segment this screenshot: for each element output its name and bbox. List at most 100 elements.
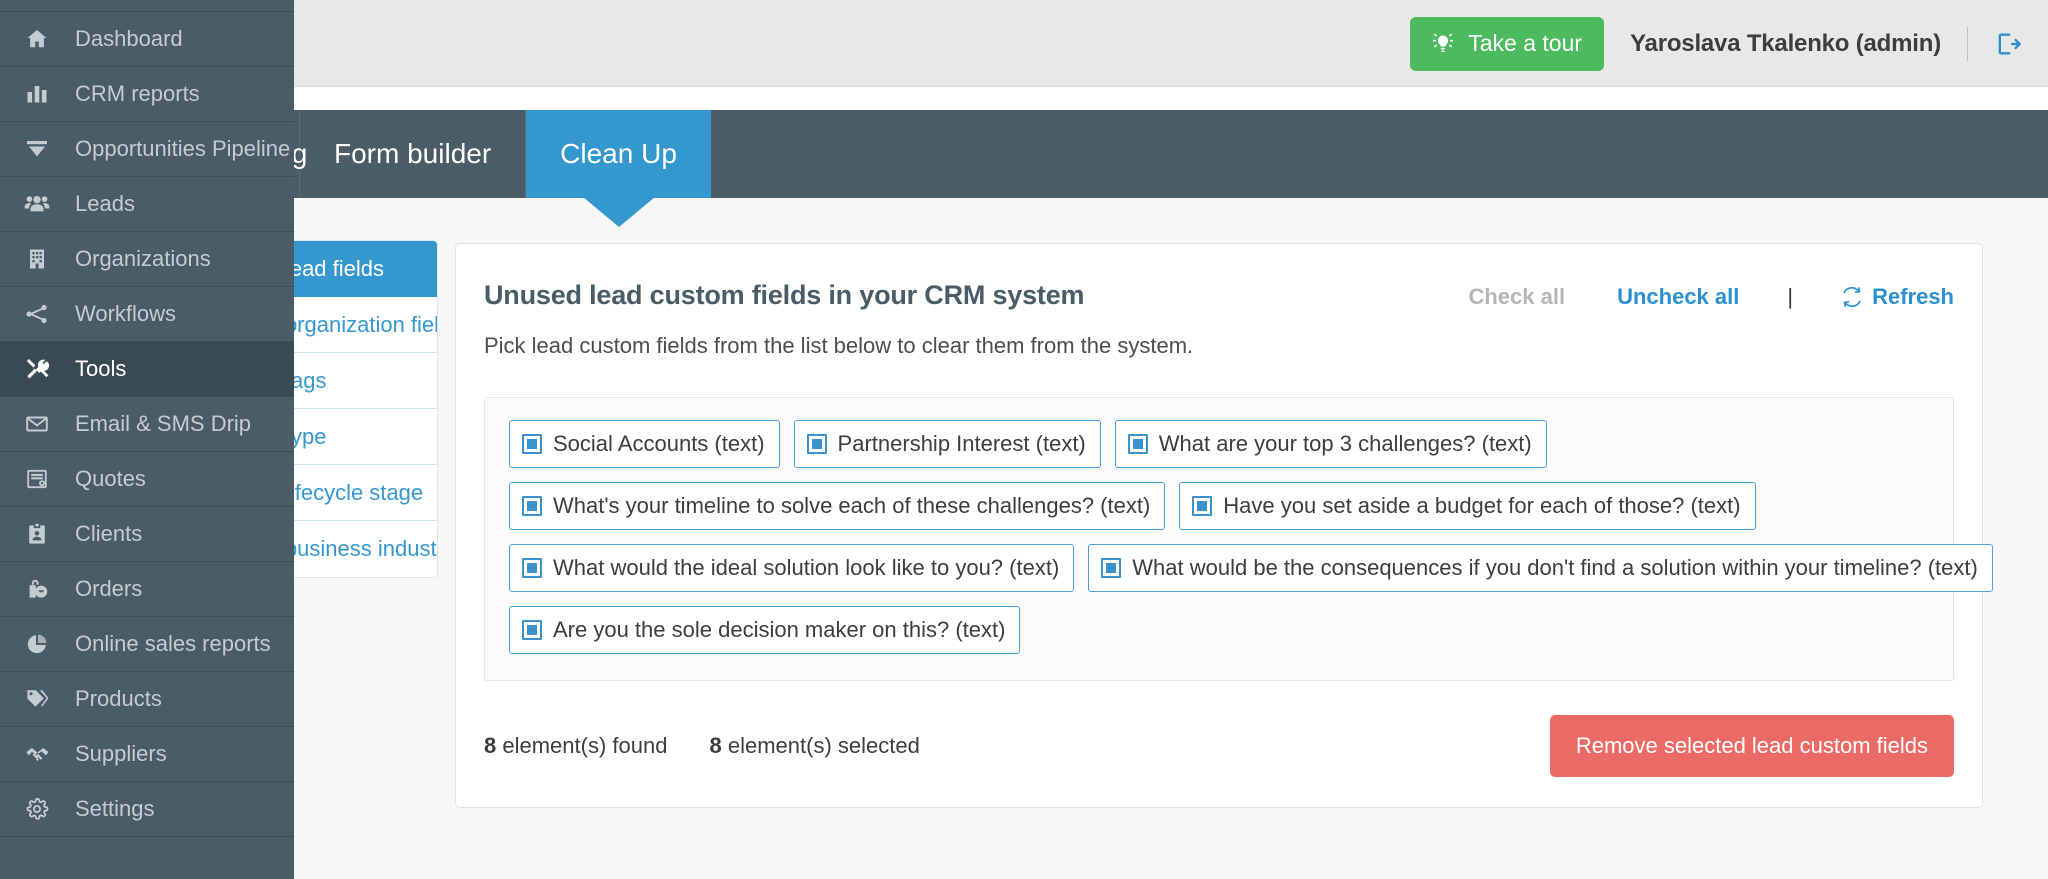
elements-selected-label: element(s) selected (727, 733, 920, 758)
sidebar-bottom-filler (0, 837, 294, 879)
field-chip-budget-set-aside[interactable]: Have you set aside a budget for each of … (1179, 482, 1756, 530)
field-chip-label: What are your top 3 challenges? (text) (1158, 431, 1532, 456)
current-user-name: Yaroslava Tkalenko (admin) (1630, 29, 1941, 57)
unused-fields-list: Social Accounts (text) Partnership Inter… (484, 397, 1993, 681)
take-a-tour-label: Take a tour (1468, 30, 1583, 56)
sidebar-item-label: Opportunities Pipeline (75, 136, 291, 161)
sidebar-item-label: Settings (75, 796, 155, 821)
wrench-icon (21, 356, 53, 382)
sidebar-item-clients[interactable]: Clients (0, 507, 294, 562)
header-right-group: Take a tour Yaroslava Tkalenko (admin) (1410, 0, 2022, 87)
building-icon (21, 246, 53, 272)
checkbox-icon[interactable] (522, 496, 542, 516)
elements-found-label: element(s) found (502, 733, 668, 758)
sidebar-item-label: Suppliers (75, 741, 167, 766)
clean-up-card: Unused lead custom fields in your CRM sy… (455, 243, 1993, 808)
envelope-icon (21, 411, 53, 437)
field-chip-label: What's your timeline to solve each of th… (553, 493, 1151, 518)
field-chip-timeline-to-solve[interactable]: What's your timeline to solve each of th… (509, 482, 1166, 530)
sidebar-item-online-sales-reports[interactable]: Online sales reports (0, 617, 294, 672)
checkbox-icon[interactable] (1101, 558, 1122, 578)
sidebar-item-quotes[interactable]: Quotes (0, 452, 294, 507)
counts-group: 8 element(s) found 8 element(s) selected (484, 733, 920, 759)
sidebar-item-label: Tools (75, 356, 127, 381)
checkbox-icon[interactable] (522, 558, 542, 578)
field-chip-label: What would be the consequences if you do… (1132, 555, 1978, 580)
sidebar-item-email-sms-drip[interactable]: Email & SMS Drip (0, 397, 294, 452)
bag-icon (21, 576, 53, 602)
lightbulb-icon (1430, 31, 1456, 57)
field-chip-partnership-interest[interactable]: Partnership Interest (text) (793, 420, 1101, 468)
sidebar-item-label: Quotes (75, 466, 146, 491)
sidebar-item-label: Email & SMS Drip (75, 411, 252, 436)
field-chip-label: Social Accounts (text) (553, 431, 765, 456)
tab-form-builder[interactable]: Form builder (300, 110, 527, 198)
page-title: Unused lead custom fields in your CRM sy… (484, 280, 1085, 310)
sidebar-item-suppliers[interactable]: Suppliers (0, 727, 294, 782)
filter-icon (21, 136, 53, 162)
home-icon (21, 26, 53, 52)
sidebar-item-label: Dashboard (75, 26, 183, 51)
checkbox-icon[interactable] (522, 620, 542, 640)
refresh-link[interactable]: Refresh (1841, 284, 1954, 310)
actions-separator: | (1787, 284, 1794, 309)
sidebar: Dashboard CRM reports Opportunities Pipe… (0, 0, 294, 879)
checkbox-icon[interactable] (806, 434, 827, 454)
sidebar-item-label: CRM reports (75, 81, 200, 106)
sidebar-item-label: Products (75, 686, 162, 711)
sidebar-item-label: Clients (75, 521, 143, 546)
handshake-icon (21, 741, 53, 767)
uncheck-all-link[interactable]: Uncheck all (1617, 284, 1739, 310)
sidebar-item-crm-reports[interactable]: CRM reports (0, 67, 294, 122)
field-row: What's your timeline to solve each of th… (509, 482, 1929, 530)
field-chip-label: What would the ideal solution look like … (553, 555, 1060, 580)
tab-clean-up-label: Clean Up (560, 138, 677, 169)
field-row: Are you the sole decision maker on this?… (509, 606, 1929, 654)
field-chip-top-3-challenges[interactable]: What are your top 3 challenges? (text) (1114, 420, 1547, 468)
sidebar-item-leads[interactable]: Leads (0, 177, 294, 232)
refresh-icon (1841, 286, 1863, 308)
checkbox-icon[interactable] (1127, 434, 1148, 454)
users-icon (21, 191, 53, 217)
card-footer: 8 element(s) found 8 element(s) selected… (484, 715, 1954, 777)
sidebar-item-opportunities-pipeline[interactable]: Opportunities Pipeline (0, 122, 294, 177)
logout-icon[interactable] (1994, 30, 2022, 58)
sidebar-item-orders[interactable]: Orders (0, 562, 294, 617)
checkbox-icon[interactable] (522, 434, 542, 454)
remove-selected-lead-custom-fields-button[interactable]: Remove selected lead custom fields (1549, 715, 1954, 777)
field-row: Social Accounts (text) Partnership Inter… (509, 420, 1929, 468)
checkbox-icon[interactable] (1192, 496, 1213, 516)
document-icon (21, 466, 53, 492)
header-divider (1967, 26, 1968, 61)
sitemap-icon (21, 301, 53, 327)
sidebar-item-products[interactable]: Products (0, 672, 294, 727)
pie-chart-icon (21, 631, 53, 657)
field-row: What would the ideal solution look like … (509, 544, 1993, 592)
field-chip-ideal-solution[interactable]: What would the ideal solution look like … (509, 544, 1075, 592)
sidebar-item-tools[interactable]: Tools (0, 342, 294, 397)
field-chip-sole-decision-maker[interactable]: Are you the sole decision maker on this?… (509, 606, 1021, 654)
field-chip-consequences[interactable]: What would be the consequences if you do… (1088, 544, 1993, 592)
gear-icon (21, 796, 53, 822)
take-a-tour-button[interactable]: Take a tour (1410, 16, 1605, 71)
field-chip-social-accounts[interactable]: Social Accounts (text) (509, 420, 780, 468)
sidebar-item-label: Workflows (75, 301, 177, 326)
tab-strip-filler (711, 110, 2048, 198)
sidebar-item-organizations[interactable]: Organizations (0, 232, 294, 287)
sidebar-item-workflows[interactable]: Workflows (0, 287, 294, 342)
check-all-link[interactable]: Check all (1468, 284, 1565, 310)
top-header: Take a tour Yaroslava Tkalenko (admin) (0, 0, 2048, 87)
page-body: Unused lead fields Unused organization f… (0, 198, 2048, 879)
card-header: Unused lead custom fields in your CRM sy… (484, 280, 1954, 311)
sidebar-item-label: Orders (75, 576, 143, 601)
refresh-label: Refresh (1872, 284, 1954, 309)
sidebar-item-settings[interactable]: Settings (0, 782, 294, 837)
tab-clean-up[interactable]: Clean Up (526, 110, 711, 198)
sidebar-item-label: Leads (75, 191, 135, 216)
field-chip-label: Are you the sole decision maker on this?… (553, 617, 1006, 642)
sidebar-item-label: Online sales reports (75, 631, 271, 656)
elements-found-count: 8 (484, 733, 497, 758)
card-actions: Check all Uncheck all | Refresh (1468, 280, 1954, 310)
sidebar-top-padding (0, 0, 294, 12)
sidebar-item-dashboard[interactable]: Dashboard (0, 12, 294, 67)
